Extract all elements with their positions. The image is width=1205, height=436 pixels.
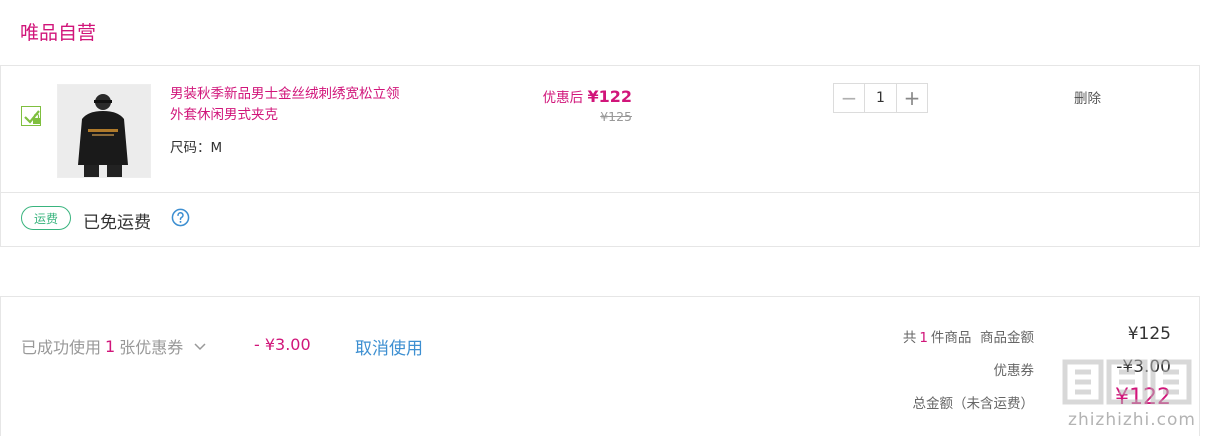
price-block: 优惠后 ¥122 ¥125: [501, 86, 632, 124]
watermark-text: zhizhizhi.com: [1068, 410, 1196, 430]
cart-box: 男装秋季新品男士金丝绒刺绣宽松立领外套休闲男式夹克 尺码：M 优惠后 ¥122 …: [0, 65, 1200, 247]
total-label: 总金额（未含运费）: [912, 396, 1035, 412]
increase-button[interactable]: +: [897, 84, 927, 112]
cart-item-row: 男装秋季新品男士金丝绒刺绣宽松立领外套休闲男式夹克 尺码：M 优惠后 ¥122 …: [1, 66, 1199, 193]
size-row: 尺码：M: [170, 136, 222, 156]
coupon-prefix: 已成功使用: [21, 338, 102, 357]
quantity-stepper: − 1 +: [833, 83, 928, 113]
order-summary: 已成功使用 1 张优惠券 - ¥3.00 取消使用 共 1 件商品 商品金额 ¥12…: [0, 296, 1200, 436]
size-value: M: [210, 140, 223, 156]
product-image[interactable]: [57, 84, 151, 178]
price-after-discount: 优惠后 ¥122: [501, 86, 632, 106]
shipping-badge: 运费: [21, 206, 71, 230]
check-icon: [24, 110, 40, 124]
shipping-status: 已免运费: [83, 213, 151, 233]
chevron-down-icon: [194, 343, 206, 351]
question-circle-icon[interactable]: [171, 208, 190, 227]
items-suffix: 件商品: [930, 330, 972, 346]
coupon-suffix: 张优惠券: [119, 338, 184, 357]
size-label: 尺码：: [170, 140, 211, 156]
coupon-count: 1: [105, 336, 116, 356]
delete-button[interactable]: 删除: [1074, 87, 1101, 107]
product-title-link[interactable]: 男装秋季新品男士金丝绒刺绣宽松立领外套休闲男式夹克: [170, 84, 410, 126]
shipping-row: 运费 已免运费: [1, 193, 1199, 247]
coupon-discount-amount: - ¥3.00: [254, 335, 311, 354]
goods-amount-value: ¥125: [1127, 324, 1171, 344]
price-original: ¥125: [600, 109, 632, 124]
items-count: 1: [919, 330, 928, 346]
coupon-label: 优惠券: [993, 363, 1035, 379]
product-photo-icon: [58, 85, 150, 177]
item-checkbox[interactable]: [21, 106, 41, 126]
price-after-value: ¥122: [587, 87, 632, 106]
quantity-input[interactable]: 1: [864, 84, 897, 112]
items-prefix: 共: [902, 330, 917, 346]
cancel-coupon-link[interactable]: 取消使用: [355, 334, 423, 359]
store-title: 唯品自营: [20, 22, 97, 44]
goods-amount-line: 共 1 件商品 商品金额: [903, 326, 1034, 346]
price-after-label: 优惠后: [542, 90, 584, 106]
coupon-used-dropdown[interactable]: 已成功使用 1 张优惠券: [21, 334, 207, 358]
decrease-button[interactable]: −: [834, 84, 864, 112]
goods-amount-label: 商品金额: [980, 330, 1034, 346]
